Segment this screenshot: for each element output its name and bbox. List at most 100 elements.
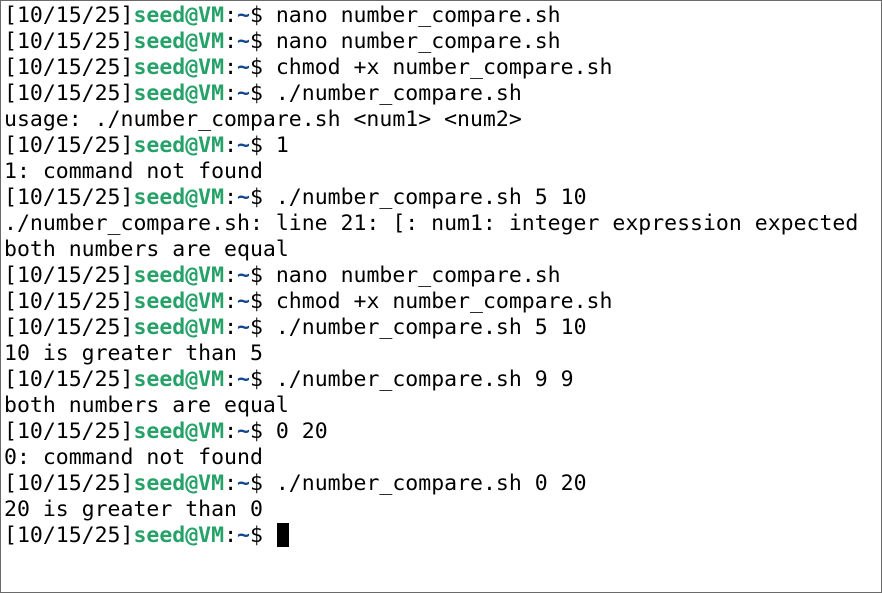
prompt-path: ~ bbox=[237, 29, 250, 54]
prompt-timestamp: [10/15/25] bbox=[4, 523, 134, 548]
output-line: both numbers are equal bbox=[4, 237, 881, 263]
command-text: 0 20 bbox=[275, 419, 328, 444]
prompt-separator: : bbox=[224, 315, 238, 340]
output-line: 10 is greater than 5 bbox=[4, 341, 881, 367]
prompt-separator: : bbox=[224, 3, 238, 28]
prompt-separator: : bbox=[224, 523, 238, 548]
prompt-timestamp: [10/15/25] bbox=[4, 3, 134, 28]
prompt-timestamp: [10/15/25] bbox=[4, 315, 134, 340]
prompt-timestamp: [10/15/25] bbox=[4, 471, 134, 496]
prompt-timestamp: [10/15/25] bbox=[4, 263, 134, 288]
prompt-symbol: $ bbox=[249, 471, 276, 496]
prompt-path: ~ bbox=[237, 133, 250, 158]
prompt-path: ~ bbox=[237, 471, 250, 496]
prompt-symbol: $ bbox=[249, 55, 276, 80]
prompt-timestamp: [10/15/25] bbox=[4, 185, 134, 210]
command-text: ./number_compare.sh 5 10 bbox=[275, 185, 587, 210]
prompt-line: [10/15/25]seed@VM:~$ nano number_compare… bbox=[4, 3, 881, 29]
output-line: 20 is greater than 0 bbox=[4, 497, 881, 523]
prompt-path: ~ bbox=[237, 367, 250, 392]
prompt-user-host: seed@VM bbox=[133, 185, 225, 210]
prompt-line: [10/15/25]seed@VM:~$ ./number_compare.sh… bbox=[4, 315, 881, 341]
prompt-timestamp: [10/15/25] bbox=[4, 133, 134, 158]
prompt-symbol: $ bbox=[249, 133, 276, 158]
prompt-line: [10/15/25]seed@VM:~$ chmod +x number_com… bbox=[4, 289, 881, 315]
command-text: nano number_compare.sh bbox=[275, 263, 561, 288]
prompt-line: [10/15/25]seed@VM:~$ 1 bbox=[4, 133, 881, 159]
prompt-line: [10/15/25]seed@VM:~$ ./number_compare.sh bbox=[4, 81, 881, 107]
output-line: 1: command not found bbox=[4, 159, 881, 185]
command-text: ./number_compare.sh 0 20 bbox=[275, 471, 587, 496]
prompt-path: ~ bbox=[237, 185, 250, 210]
output-text: usage: ./number_compare.sh <num1> <num2> bbox=[4, 107, 522, 132]
prompt-timestamp: [10/15/25] bbox=[4, 55, 134, 80]
prompt-symbol: $ bbox=[249, 81, 276, 106]
prompt-symbol: $ bbox=[249, 263, 276, 288]
prompt-user-host: seed@VM bbox=[133, 289, 225, 314]
prompt-line: [10/15/25]seed@VM:~$ ./number_compare.sh… bbox=[4, 367, 881, 393]
prompt-symbol: $ bbox=[249, 367, 276, 392]
prompt-separator: : bbox=[224, 81, 238, 106]
command-text: 1 bbox=[275, 133, 289, 158]
output-text: 10 is greater than 5 bbox=[4, 341, 263, 366]
prompt-user-host: seed@VM bbox=[133, 133, 225, 158]
prompt-path: ~ bbox=[237, 3, 250, 28]
prompt-timestamp: [10/15/25] bbox=[4, 419, 134, 444]
command-text: chmod +x number_compare.sh bbox=[275, 55, 613, 80]
prompt-separator: : bbox=[224, 419, 238, 444]
output-text: 1: command not found bbox=[4, 159, 263, 184]
terminal-window[interactable]: [10/15/25]seed@VM:~$ nano number_compare… bbox=[0, 0, 882, 593]
prompt-user-host: seed@VM bbox=[133, 81, 225, 106]
output-text: 0: command not found bbox=[4, 445, 263, 470]
prompt-separator: : bbox=[224, 471, 238, 496]
command-text: chmod +x number_compare.sh bbox=[275, 289, 613, 314]
prompt-symbol: $ bbox=[249, 419, 276, 444]
prompt-timestamp: [10/15/25] bbox=[4, 29, 134, 54]
prompt-path: ~ bbox=[237, 81, 250, 106]
prompt-timestamp: [10/15/25] bbox=[4, 81, 134, 106]
prompt-symbol: $ bbox=[249, 3, 276, 28]
prompt-separator: : bbox=[224, 367, 238, 392]
prompt-line: [10/15/25]seed@VM:~$ 0 20 bbox=[4, 419, 881, 445]
prompt-separator: : bbox=[224, 55, 238, 80]
prompt-line: [10/15/25]seed@VM:~$ ./number_compare.sh… bbox=[4, 185, 881, 211]
command-text: ./number_compare.sh bbox=[275, 81, 522, 106]
prompt-path: ~ bbox=[237, 419, 250, 444]
prompt-line: [10/15/25]seed@VM:~$ chmod +x number_com… bbox=[4, 55, 881, 81]
output-line: ./number_compare.sh: line 21: [: num1: i… bbox=[4, 211, 881, 237]
prompt-line: [10/15/25]seed@VM:~$ ./number_compare.sh… bbox=[4, 471, 881, 497]
prompt-path: ~ bbox=[237, 55, 250, 80]
prompt-user-host: seed@VM bbox=[133, 471, 225, 496]
prompt-separator: : bbox=[224, 263, 238, 288]
prompt-user-host: seed@VM bbox=[133, 3, 225, 28]
prompt-symbol: $ bbox=[249, 315, 276, 340]
prompt-user-host: seed@VM bbox=[133, 523, 225, 548]
prompt-user-host: seed@VM bbox=[133, 367, 225, 392]
prompt-path: ~ bbox=[237, 263, 250, 288]
command-text: ./number_compare.sh 9 9 bbox=[275, 367, 574, 392]
output-text: both numbers are equal bbox=[4, 393, 289, 418]
output-text: ./number_compare.sh: line 21: [: num1: i… bbox=[4, 211, 859, 236]
prompt-separator: : bbox=[224, 289, 238, 314]
prompt-timestamp: [10/15/25] bbox=[4, 289, 134, 314]
prompt-separator: : bbox=[224, 29, 238, 54]
output-line: 0: command not found bbox=[4, 445, 881, 471]
prompt-user-host: seed@VM bbox=[133, 419, 225, 444]
prompt-symbol: $ bbox=[249, 289, 276, 314]
prompt-symbol: $ bbox=[249, 523, 276, 548]
prompt-symbol: $ bbox=[249, 29, 276, 54]
command-text: ./number_compare.sh 5 10 bbox=[275, 315, 587, 340]
command-text: nano number_compare.sh bbox=[275, 29, 561, 54]
prompt-separator: : bbox=[224, 133, 238, 158]
prompt-line: [10/15/25]seed@VM:~$ nano number_compare… bbox=[4, 29, 881, 55]
text-cursor bbox=[276, 523, 289, 547]
command-text: nano number_compare.sh bbox=[275, 3, 561, 28]
output-text: 20 is greater than 0 bbox=[4, 497, 263, 522]
prompt-line: [10/15/25]seed@VM:~$ bbox=[4, 523, 881, 549]
output-line: usage: ./number_compare.sh <num1> <num2> bbox=[4, 107, 881, 133]
prompt-path: ~ bbox=[237, 315, 250, 340]
prompt-timestamp: [10/15/25] bbox=[4, 367, 134, 392]
prompt-user-host: seed@VM bbox=[133, 29, 225, 54]
output-text: both numbers are equal bbox=[4, 237, 289, 262]
prompt-user-host: seed@VM bbox=[133, 315, 225, 340]
